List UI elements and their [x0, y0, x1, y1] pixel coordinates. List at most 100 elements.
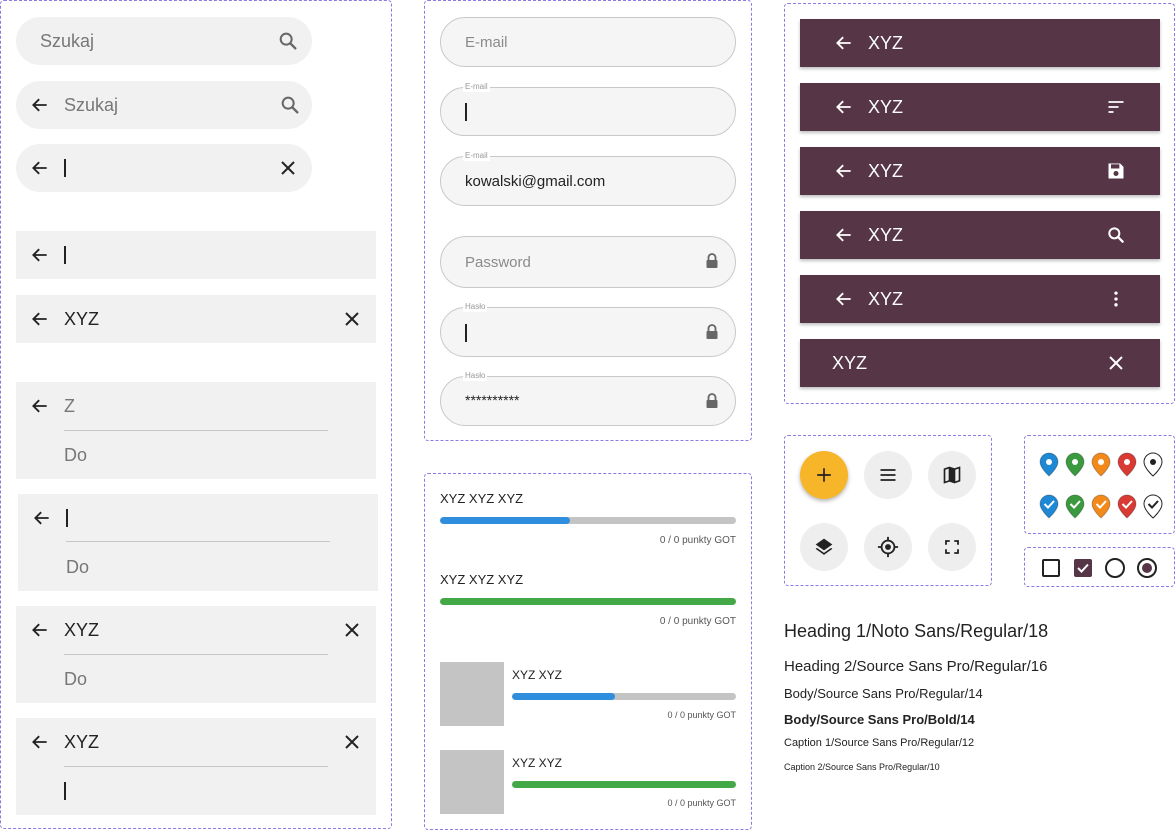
arrow-back-icon[interactable] — [28, 394, 52, 418]
typography-body-bold: Body/Source Sans Pro/Bold/14 — [784, 712, 975, 727]
route-search-from-active[interactable]: Do — [18, 494, 378, 591]
arrow-back-icon[interactable] — [28, 243, 52, 267]
to-placeholder[interactable]: Do — [66, 557, 89, 578]
search-icon[interactable] — [276, 29, 300, 53]
progress-fill — [440, 517, 571, 524]
map-pin-icon — [1143, 452, 1163, 477]
password-value: ********** — [465, 392, 520, 408]
checkbox-checked[interactable] — [1074, 559, 1092, 577]
appbar-back-sort: XYZ — [800, 83, 1160, 131]
password-placeholder: Password — [465, 254, 531, 271]
arrow-back-icon[interactable] — [832, 31, 856, 55]
typography-body: Body/Source Sans Pro/Regular/14 — [784, 686, 983, 701]
appbar-title: XYZ — [868, 225, 904, 245]
progress-title: XYZ XYZ XYZ — [440, 491, 524, 506]
route-search-empty[interactable]: Z Do — [16, 382, 376, 479]
map-pin-check-icon — [1143, 494, 1163, 519]
text-caret — [64, 246, 66, 264]
route-search-to-active[interactable]: XYZ — [16, 718, 376, 815]
plus-icon — [815, 466, 833, 484]
radio-selected[interactable] — [1137, 558, 1157, 578]
appbar-title: XYZ — [868, 33, 904, 53]
close-icon[interactable] — [340, 730, 364, 754]
password-field-filled[interactable]: Hasło ********** — [440, 371, 736, 426]
radio-unselected[interactable] — [1105, 558, 1125, 578]
route-search-from-filled[interactable]: XYZ Do — [16, 606, 376, 703]
flat-search-bar-filled[interactable]: XYZ — [16, 295, 376, 343]
arrow-back-icon[interactable] — [832, 159, 856, 183]
progress-title-small: XYZ XYZ — [512, 668, 563, 682]
progress-title: XYZ XYZ XYZ — [440, 572, 524, 587]
fullscreen-button[interactable] — [928, 523, 976, 571]
close-icon[interactable] — [276, 156, 300, 180]
thumbnail-image — [440, 750, 504, 814]
progress-caption: 0 / 0 punkty GOT — [659, 535, 736, 546]
progress-caption: 0 / 0 punkty GOT — [667, 798, 736, 808]
lock-icon — [703, 252, 721, 270]
search-value: XYZ — [64, 309, 100, 329]
search-placeholder: Szukaj — [64, 95, 119, 115]
to-placeholder[interactable]: Do — [64, 445, 87, 466]
checkbox-unchecked[interactable] — [1042, 559, 1060, 577]
close-icon[interactable] — [340, 307, 364, 331]
text-caret — [64, 159, 66, 177]
email-field[interactable]: E-mail — [440, 17, 736, 67]
menu-button[interactable] — [864, 451, 912, 499]
layers-icon — [814, 537, 834, 557]
password-field[interactable]: Password — [440, 236, 736, 288]
appbar-back-save: XYZ — [800, 147, 1160, 195]
search-bar-active[interactable] — [16, 144, 312, 192]
flat-search-bar-empty[interactable] — [16, 231, 376, 279]
fullscreen-icon — [943, 538, 961, 556]
search-icon[interactable] — [278, 93, 302, 117]
search-bar[interactable]: Szukaj — [16, 17, 312, 65]
save-icon[interactable] — [1104, 159, 1128, 183]
email-label: E-mail — [463, 151, 490, 161]
progress-fill — [440, 598, 736, 605]
to-placeholder[interactable]: Do — [64, 669, 87, 690]
search-bar-with-back[interactable]: Szukaj — [16, 81, 312, 129]
text-caret — [465, 103, 467, 121]
arrow-back-icon[interactable] — [832, 223, 856, 247]
appbar-back-search: XYZ — [800, 211, 1160, 259]
check-icon — [1077, 563, 1089, 573]
divider — [64, 430, 328, 431]
close-icon[interactable] — [1104, 351, 1128, 375]
map-button[interactable] — [928, 451, 976, 499]
close-icon[interactable] — [340, 618, 364, 642]
arrow-back-icon[interactable] — [28, 730, 52, 754]
divider — [66, 541, 330, 542]
typography-caption2: Caption 2/Source Sans Pro/Regular/10 — [784, 762, 940, 772]
progress-track — [440, 598, 736, 605]
search-placeholder: Szukaj — [40, 31, 95, 51]
email-field-filled[interactable]: E-mail kowalski@gmail.com — [440, 151, 736, 206]
progress-caption: 0 / 0 punkty GOT — [667, 710, 736, 720]
email-value: kowalski@gmail.com — [465, 173, 606, 190]
arrow-back-icon[interactable] — [28, 618, 52, 642]
lock-icon — [703, 323, 721, 341]
appbar-title: XYZ — [868, 289, 904, 309]
appbar-back: XYZ — [800, 19, 1160, 67]
password-field-focused[interactable]: Hasło — [440, 302, 736, 357]
arrow-back-icon[interactable] — [832, 95, 856, 119]
more-vert-icon[interactable] — [1104, 287, 1128, 311]
add-fab-button[interactable] — [800, 451, 848, 499]
from-placeholder[interactable]: Z — [64, 396, 75, 417]
arrow-back-icon[interactable] — [28, 307, 52, 331]
typography-h1: Heading 1/Noto Sans/Regular/18 — [784, 621, 1049, 641]
from-value[interactable]: XYZ — [64, 732, 99, 753]
progress-title-small: XYZ XYZ — [512, 756, 563, 770]
my-location-button[interactable] — [864, 523, 912, 571]
email-field-focused[interactable]: E-mail — [440, 82, 736, 136]
search-icon[interactable] — [1104, 223, 1128, 247]
layers-button[interactable] — [800, 523, 848, 571]
radio-dot — [1142, 563, 1152, 573]
arrow-back-icon[interactable] — [28, 156, 52, 180]
text-caret — [64, 782, 66, 800]
arrow-back-icon[interactable] — [30, 506, 54, 530]
arrow-back-icon[interactable] — [832, 287, 856, 311]
arrow-back-icon[interactable] — [28, 93, 52, 117]
sort-icon[interactable] — [1104, 95, 1128, 119]
from-value[interactable]: XYZ — [64, 620, 99, 641]
progress-track — [512, 693, 736, 700]
